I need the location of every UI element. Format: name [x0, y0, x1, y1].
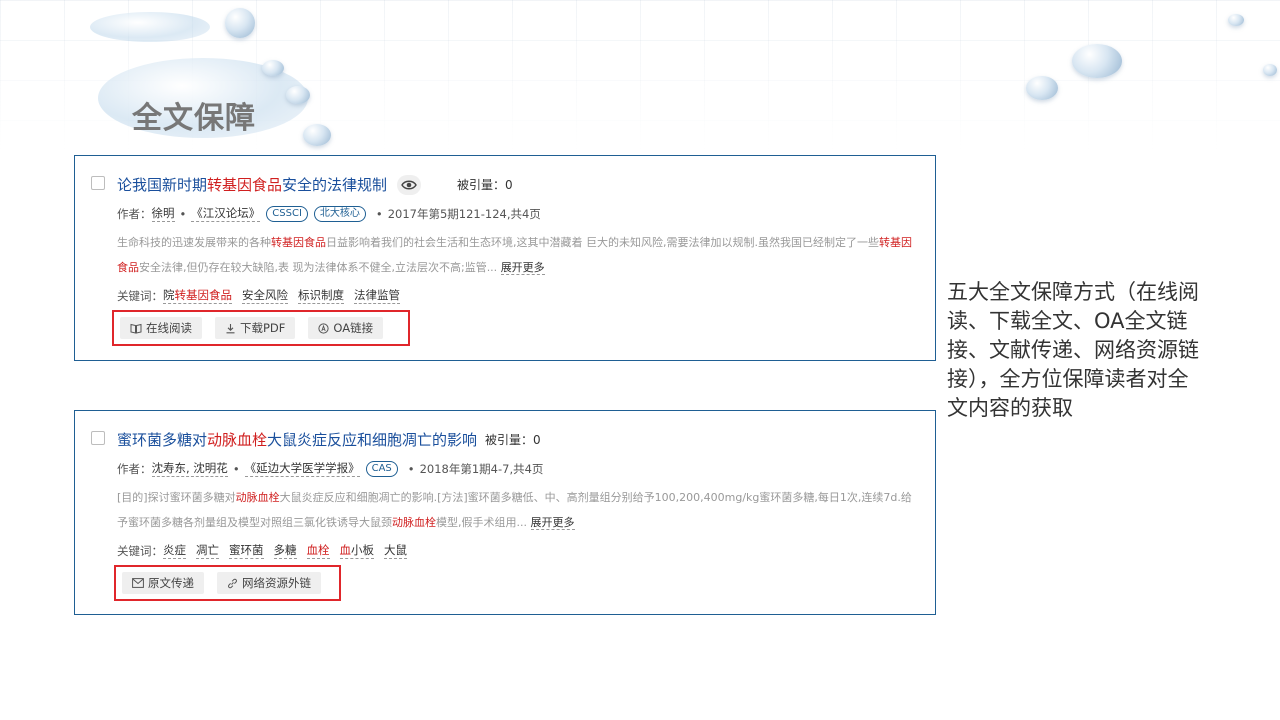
journal-link[interactable]: 《延边大学医学学报》 — [244, 460, 360, 477]
page-title: 全文保障 — [132, 101, 256, 136]
article-title-link[interactable]: 论我国新时期转基因食品安全的法律规制 — [117, 174, 387, 195]
journal-link[interactable]: 《江汉论坛》 — [191, 205, 261, 222]
oa-link-button[interactable]: OA链接 — [308, 317, 384, 339]
web-resource-link-button[interactable]: 网络资源外链 — [217, 572, 321, 594]
result-card: 论我国新时期转基因食品安全的法律规制 被引量：0 作者： 徐明 • 《江汉论坛》… — [74, 155, 936, 361]
keyword-label: 关键词： — [117, 543, 163, 558]
keyword-link[interactable]: 大鼠 — [384, 542, 407, 559]
keyword-label: 关键词： — [117, 288, 163, 303]
citation-count: 被引量：0 — [485, 433, 541, 447]
mail-icon — [132, 578, 144, 588]
download-icon — [225, 323, 236, 334]
keyword-link[interactable]: 法律监管 — [354, 287, 400, 304]
issue-info: 2017年第5期121-124,共4页 — [387, 206, 541, 221]
index-tag: CSSCI — [266, 205, 308, 222]
author-link[interactable]: 沈寿东, 沈明花 — [151, 460, 228, 477]
result-card: 蜜环菌多糖对动脉血栓大鼠炎症反应和细胞凋亡的影响 被引量：0 作者： 沈寿东, … — [74, 410, 936, 615]
water-drop-decoration — [225, 8, 255, 38]
keyword-link[interactable]: 凋亡 — [196, 542, 219, 559]
index-tag: CAS — [365, 460, 398, 477]
issue-info: 2018年第1期4-7,共4页 — [419, 461, 544, 476]
oa-icon — [318, 322, 330, 334]
button-label: 网络资源外链 — [242, 576, 311, 590]
water-drop-decoration — [303, 124, 331, 146]
document-delivery-button[interactable]: 原文传递 — [122, 572, 204, 594]
author-label: 作者： — [117, 206, 152, 221]
side-description: 五大全文保障方式（在线阅读、下载全文、OA全文链接、文献传递、网络资源链接），全… — [947, 280, 1199, 420]
abstract: [目的]探讨蜜环菌多糖对动脉血栓大鼠炎症反应和细胞凋亡的影响.[方法]蜜环菌多糖… — [117, 491, 912, 530]
citation-count: 被引量：0 — [457, 178, 513, 192]
button-label: 原文传递 — [148, 576, 194, 590]
expand-more-link[interactable]: 展开更多 — [530, 516, 575, 530]
select-checkbox[interactable] — [91, 176, 105, 190]
fulltext-options-highlight: 原文传递 网络资源外链 — [114, 565, 341, 601]
keyword-link[interactable]: 院转基因食品 — [163, 287, 232, 304]
abstract: 生命科技的迅速发展带来的各种转基因食品日益影响着我们的社会生活和生态环境,这其中… — [117, 236, 912, 275]
separator-dot: • — [232, 461, 240, 476]
separator-dot: • — [407, 461, 415, 476]
separator-dot: • — [179, 206, 187, 221]
read-online-button[interactable]: 在线阅读 — [120, 317, 202, 339]
article-title-link[interactable]: 蜜环菌多糖对动脉血栓大鼠炎症反应和细胞凋亡的影响 — [117, 429, 477, 450]
keyword-link[interactable]: 多糖 — [273, 542, 297, 559]
water-drop-decoration — [1026, 76, 1058, 100]
select-checkbox[interactable] — [91, 431, 105, 445]
author-link[interactable]: 徐明 — [151, 205, 175, 222]
keyword-link[interactable]: 安全风险 — [242, 287, 288, 304]
keyword-link[interactable]: 血小板 — [339, 542, 374, 559]
water-drop-decoration — [286, 86, 310, 104]
author-label: 作者： — [117, 461, 152, 476]
water-drop-decoration — [1263, 64, 1277, 76]
water-drop-decoration — [1072, 44, 1122, 78]
button-label: 在线阅读 — [146, 321, 192, 335]
button-label: OA链接 — [333, 321, 374, 335]
index-tag: 北大核心 — [313, 205, 366, 222]
download-pdf-button[interactable]: 下载PDF — [215, 317, 296, 339]
keyword-link[interactable]: 标识制度 — [298, 287, 344, 304]
separator-dot: • — [375, 206, 383, 221]
fulltext-options-highlight: 在线阅读 下载PDF OA链接 — [112, 310, 410, 346]
keyword-link[interactable]: 炎症 — [163, 542, 186, 559]
eye-icon[interactable] — [397, 174, 422, 195]
keyword-link[interactable]: 血栓 — [306, 542, 330, 559]
expand-more-link[interactable]: 展开更多 — [500, 261, 545, 275]
link-icon — [227, 578, 238, 589]
button-label: 下载PDF — [240, 321, 286, 335]
keyword-link[interactable]: 蜜环菌 — [229, 542, 264, 559]
book-icon — [130, 323, 142, 334]
water-drop-decoration — [1228, 14, 1244, 26]
water-splash-decoration — [90, 12, 210, 42]
water-drop-decoration — [262, 60, 284, 76]
